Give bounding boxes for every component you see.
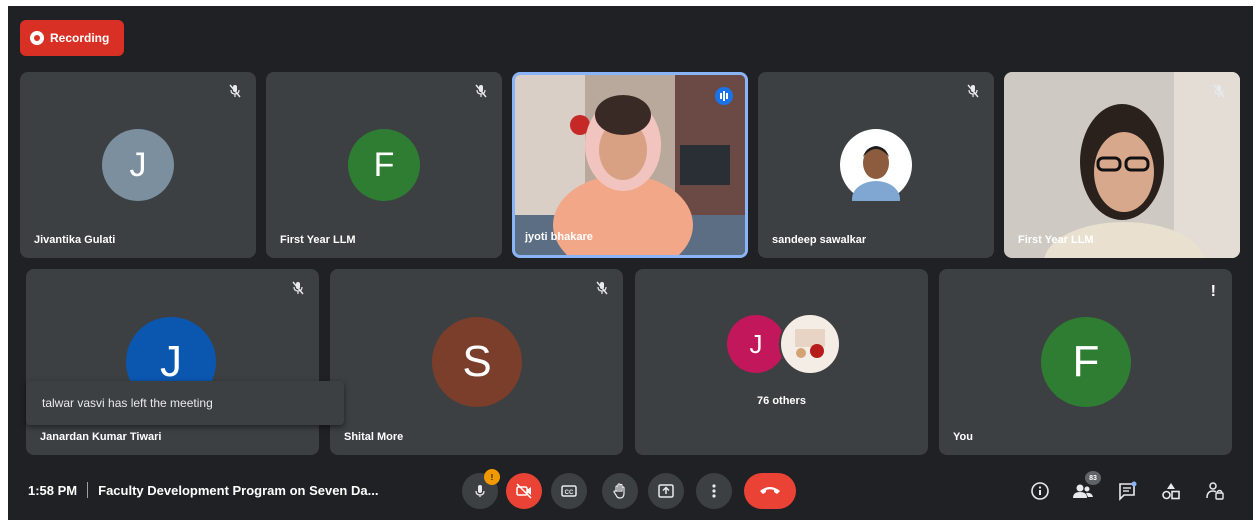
more-vert-icon [712,484,716,498]
mic-off-icon [229,84,241,98]
hang-up-icon [760,487,780,494]
mic-off-icon [596,281,608,295]
mic-off-icon [967,84,979,98]
mic-badge: ! [484,469,500,485]
activities-button[interactable] [1159,479,1183,503]
participant-tile[interactable]: J Jivantika Gulati [20,72,256,258]
chat-icon [1119,481,1137,501]
participant-name: Janardan Kumar Tiwari [40,431,162,443]
others-tile[interactable]: J 76 others [635,269,928,455]
hand-icon [613,483,625,499]
svg-text:CC: CC [565,490,574,496]
participant-name: jyoti bhakare [525,231,593,243]
camera-off-icon [516,483,532,499]
avatar: F [348,129,420,201]
notification-toast: talwar vasvi has left the meeting [26,381,344,425]
participant-tile[interactable]: F First Year LLM [266,72,502,258]
mic-off-icon [292,281,304,295]
people-button[interactable]: 83 [1071,471,1101,503]
meeting-info: 1:58 PM Faculty Development Program on S… [28,482,378,498]
meeting-time: 1:58 PM [28,482,78,498]
participant-name: Shital More [344,431,404,443]
participant-tile-speaking[interactable]: jyoti bhakare [512,72,748,258]
participant-tile[interactable]: S Shital More [330,269,623,455]
meet-screen: Recording J Jivantika Gulati F First Yea… [8,6,1253,520]
chat-button[interactable] [1115,479,1139,503]
divider [87,482,89,498]
participant-tile[interactable]: sandeep sawalkar [758,72,994,258]
participant-tile[interactable]: First Year LLM [1004,72,1240,258]
camera-off-button[interactable] [506,473,542,509]
mic-icon [475,485,485,497]
meeting-details-button[interactable] [1028,479,1052,503]
participant-name: First Year LLM [1018,234,1094,246]
avatar: J [102,129,174,201]
captions-button[interactable]: CC [551,473,587,509]
alert-icon[interactable]: ! [1211,283,1216,301]
participant-tile[interactable]: J Janardan Kumar Tiwari [26,269,319,455]
avatar: J [727,315,785,373]
participant-name: You [953,431,973,443]
present-icon [658,484,674,498]
avatar [840,129,912,201]
mic-button[interactable]: ! [462,469,500,509]
lock-person-icon [1206,482,1224,500]
avatar [779,313,841,375]
captions-icon: CC [561,485,577,497]
raise-hand-button[interactable] [602,473,638,509]
participant-name: sandeep sawalkar [772,234,867,246]
others-count-label: 76 others [757,395,806,407]
self-tile[interactable]: ! F You [939,269,1232,455]
participant-name: First Year LLM [280,234,356,246]
record-icon [30,31,44,45]
participant-video [1004,72,1240,258]
host-controls-button[interactable] [1203,479,1227,503]
activities-icon [1162,483,1180,500]
more-options-button[interactable] [696,473,732,509]
avatar: F [1041,317,1131,407]
recording-label: Recording [50,31,110,45]
speaking-indicator-icon [715,87,733,105]
leave-call-button[interactable] [744,473,796,509]
mic-off-icon [475,84,487,98]
participant-video [515,75,745,255]
avatar: S [432,317,522,407]
mic-off-icon [1213,84,1225,98]
meeting-title[interactable]: Faculty Development Program on Seven Da.… [98,483,378,498]
participant-name: Jivantika Gulati [34,234,116,246]
recording-badge[interactable]: Recording [20,20,124,56]
present-button[interactable] [648,473,684,509]
participants-count-badge: 83 [1085,471,1101,485]
info-icon [1031,482,1049,500]
